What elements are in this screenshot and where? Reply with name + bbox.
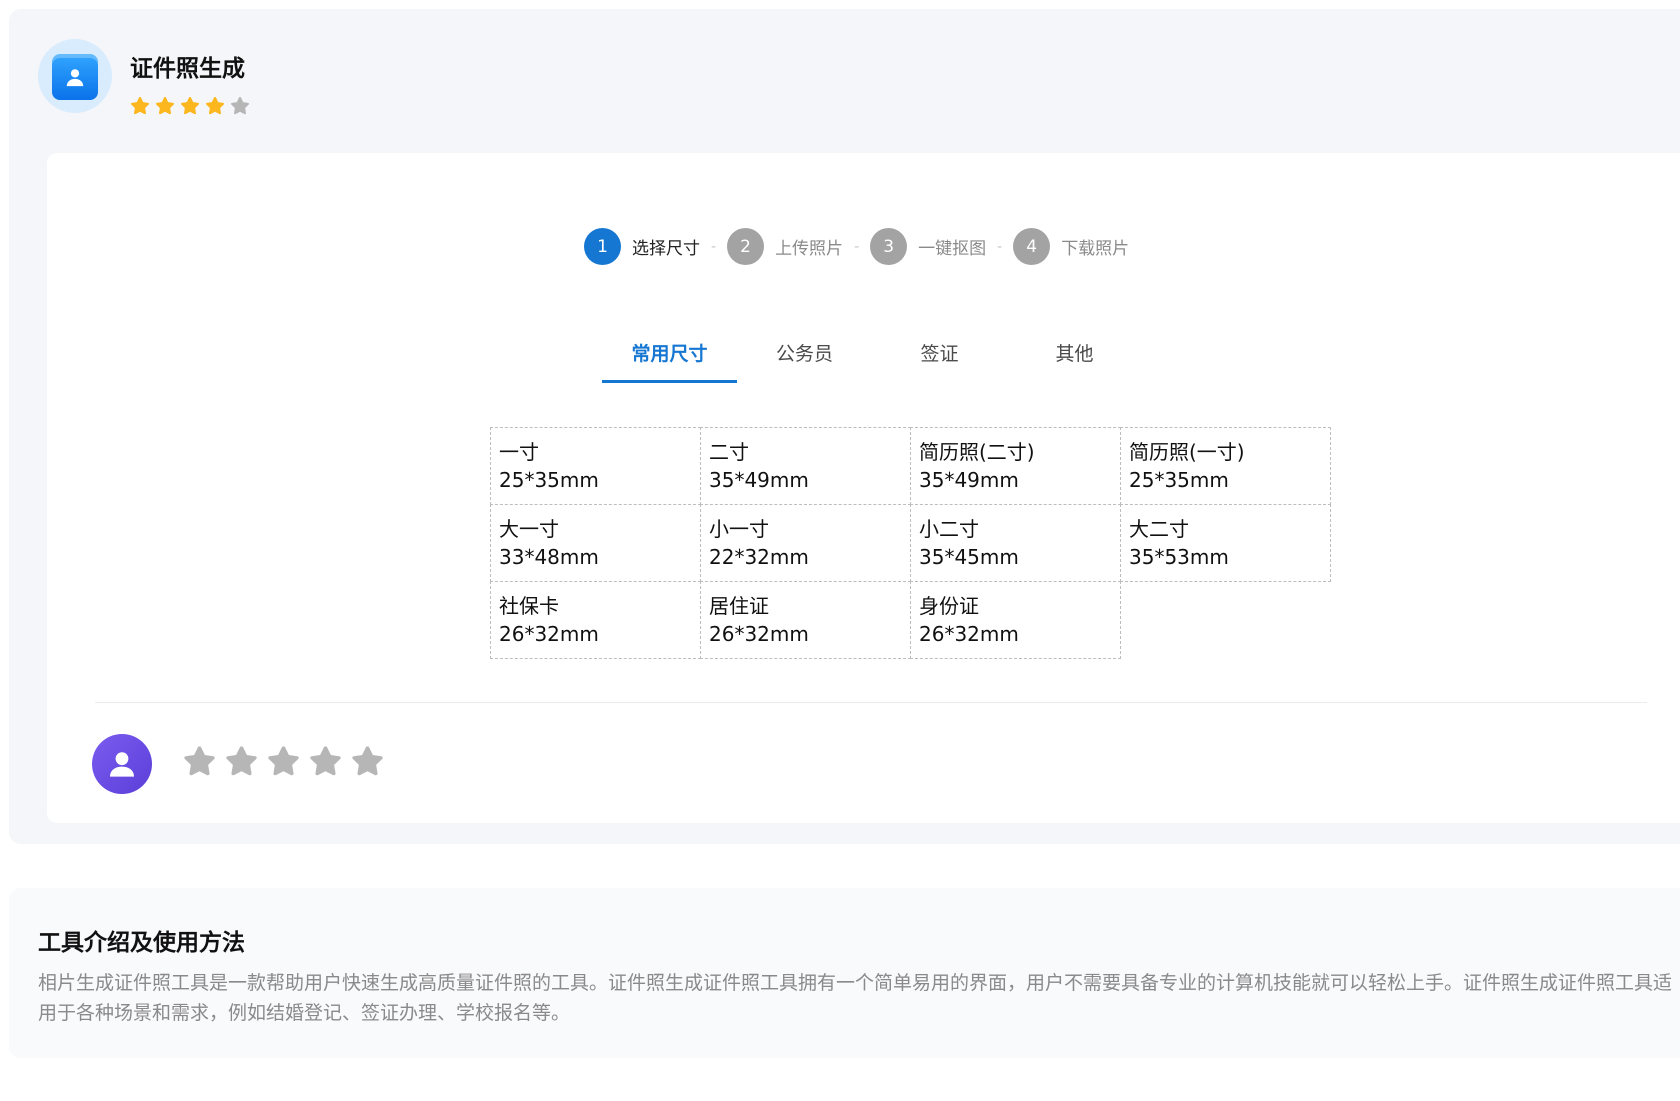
size-option[interactable]: 小一寸 22*32mm [700,504,911,582]
step-3: 3 一键抠图 [870,228,986,265]
divider [95,702,1647,703]
size-option[interactable]: 一寸 25*35mm [490,427,701,505]
size-dimensions: 26*32mm [499,622,599,646]
intro-card: 工具介绍及使用方法 相片生成证件照工具是一款帮助用户快速生成高质量证件照的工具。… [9,888,1680,1058]
size-dimensions: 25*35mm [499,468,599,492]
id-photo-icon [52,54,98,100]
step-2: 2 上传照片 [727,228,843,265]
size-name: 简历照(一寸) [1129,440,1245,464]
size-dimensions: 22*32mm [709,545,809,569]
size-option[interactable]: 社保卡 26*32mm [490,581,701,659]
star-filled-icon [180,97,200,115]
user-rating-stars [181,743,386,780]
user-avatar [92,734,152,794]
size-name: 小二寸 [919,517,979,541]
steps-bar: 1 选择尺寸 -2 上传照片 -3 一键抠图 -4 下载照片 [584,228,1129,265]
size-dimensions: 25*35mm [1129,468,1229,492]
size-dimensions: 35*49mm [919,468,1019,492]
app-icon-wrap [38,39,112,113]
star-filled-icon [205,97,225,115]
tab-2[interactable]: 公务员 [737,333,872,383]
rate-star-icon[interactable] [223,743,260,780]
star-empty-icon [230,97,250,115]
step-label: 上传照片 [775,239,844,259]
tab-4[interactable]: 其他 [1007,333,1142,383]
size-dimensions: 35*53mm [1129,545,1229,569]
step-number: 3 [870,228,908,265]
size-option[interactable]: 二寸 35*49mm [700,427,911,505]
star-filled-icon [130,97,150,115]
star-filled-icon [155,97,175,115]
step-label: 一键抠图 [918,239,987,259]
step-number: 1 [584,228,621,265]
step-separator: - [854,238,860,255]
step-label: 选择尺寸 [632,239,700,259]
step-label: 下载照片 [1061,239,1130,259]
size-option[interactable]: 大一寸 33*48mm [490,504,701,582]
step-separator: - [711,238,717,255]
size-option[interactable]: 身份证 26*32mm [910,581,1121,659]
size-name: 小一寸 [709,517,769,541]
step-number: 2 [727,228,765,265]
size-option[interactable]: 小二寸 35*45mm [910,504,1121,582]
app-rating-stars [129,95,251,117]
app-title: 证件照生成 [130,56,245,82]
size-dimensions: 35*45mm [919,545,1019,569]
size-name: 二寸 [709,440,749,464]
step-1: 1 选择尺寸 [584,228,700,265]
size-name: 居住证 [709,594,769,618]
size-tabs: 常用尺寸 公务员 签证 其他 [602,333,1142,383]
size-option[interactable]: 简历照(二寸) 35*49mm [910,427,1121,505]
step-4: 4 下载照片 [1013,228,1129,265]
size-name: 社保卡 [499,594,559,618]
step-separator: - [997,238,1003,255]
size-option[interactable]: 简历照(一寸) 25*35mm [1120,427,1331,505]
size-dimensions: 35*49mm [709,468,809,492]
size-name: 简历照(二寸) [919,440,1035,464]
size-option[interactable]: 居住证 26*32mm [700,581,911,659]
size-dimensions: 26*32mm [919,622,1019,646]
size-dimensions: 26*32mm [709,622,809,646]
rate-star-icon[interactable] [265,743,302,780]
size-grid: 一寸 25*35mm 二寸 35*49mm 简历照(二寸) 35*49mm 简历照(一寸) 2… [490,427,1331,659]
step-number: 4 [1013,228,1051,265]
rate-star-icon[interactable] [181,743,218,780]
tool-card: 证件照生成 1 选择尺寸 -2 上传照片 -3 一键抠图 -4 下载照片 常用尺寸 公务员 签证其… [9,9,1680,844]
size-name: 一寸 [499,440,539,464]
main-panel: 1 选择尺寸 -2 上传照片 -3 一键抠图 -4 下载照片 常用尺寸 公务员 签证 其他 一寸 25… [47,153,1680,823]
size-dimensions: 33*48mm [499,545,599,569]
intro-text: 相片生成证件照工具是一款帮助用户快速生成高质量证件照的工具。证件照生成证件照工具… [38,972,1673,1024]
rate-star-icon[interactable] [349,743,386,780]
size-option[interactable]: 大二寸 35*53mm [1120,504,1331,582]
tab-1[interactable]: 常用尺寸 [602,333,737,383]
size-name: 大二寸 [1129,517,1189,541]
size-name: 大一寸 [499,517,559,541]
rate-star-icon[interactable] [307,743,344,780]
intro-title: 工具介绍及使用方法 [38,930,245,956]
size-name: 身份证 [919,594,979,618]
tab-3[interactable]: 签证 [872,333,1007,383]
